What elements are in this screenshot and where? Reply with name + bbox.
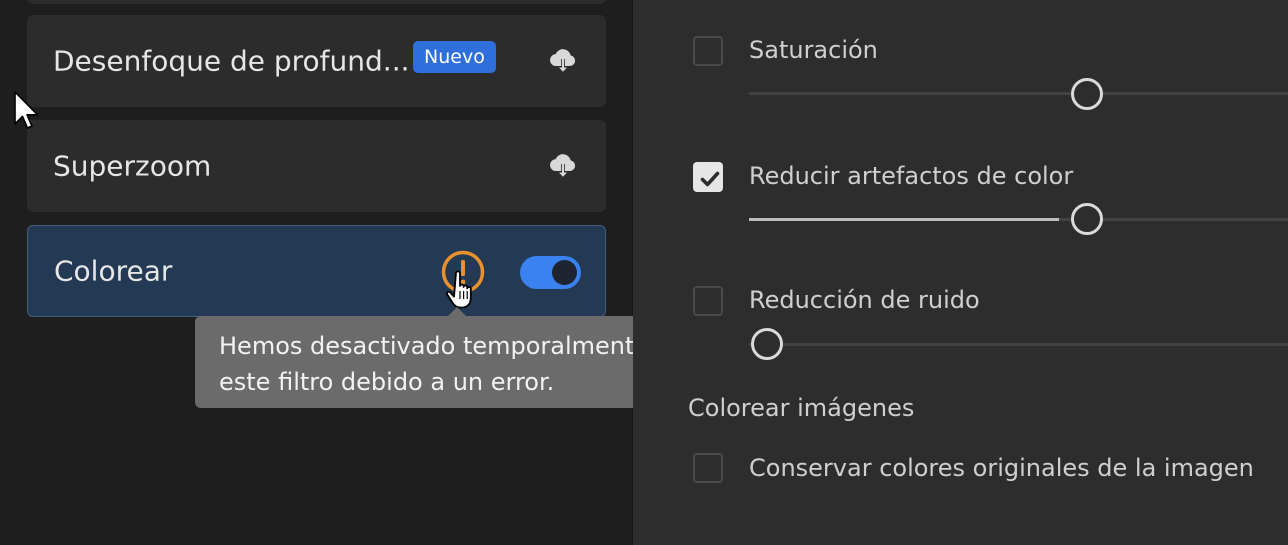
saturation-checkbox[interactable] [693, 36, 723, 66]
filter-name: Superzoom [53, 149, 212, 183]
cloud-download-icon[interactable] [547, 151, 579, 183]
filter-name: Colorear [54, 254, 173, 288]
filter-card-superzoom[interactable]: Superzoom [27, 120, 606, 212]
saturation-slider-thumb[interactable] [1071, 78, 1103, 110]
preserve-colors-label: Conservar colores originales de la image… [749, 454, 1254, 482]
saturation-label: Saturación [749, 36, 878, 64]
toggle-knob [552, 260, 577, 285]
filter-settings-panel: Saturación Reducir artefactos de color R… [633, 0, 1288, 545]
noise-reduction-slider[interactable] [749, 343, 1288, 346]
filter-card-partial[interactable] [27, 0, 606, 4]
noise-reduction-checkbox[interactable] [693, 286, 723, 316]
color-artifacts-label: Reducir artefactos de color [749, 162, 1074, 190]
filter-card-depth-blur[interactable]: Desenfoque de profund... Nuevo [27, 15, 606, 107]
color-artifacts-slider-thumb[interactable] [1071, 203, 1103, 235]
enable-toggle[interactable] [520, 256, 581, 289]
section-title: Colorear imágenes [688, 394, 915, 422]
color-artifacts-checkbox[interactable] [693, 162, 723, 192]
noise-reduction-slider-thumb[interactable] [751, 328, 783, 360]
filter-card-colorize[interactable]: Colorear [27, 225, 606, 317]
saturation-slider[interactable] [749, 92, 1288, 95]
color-artifacts-slider-fill [749, 218, 1059, 221]
checkmark-icon [700, 171, 720, 187]
app-window: Desenfoque de profund... Nuevo Superzoom… [0, 0, 1288, 545]
preserve-colors-checkbox[interactable] [693, 453, 723, 483]
tooltip-text: Hemos desactivado temporalmente este fil… [219, 332, 650, 396]
filters-panel: Desenfoque de profund... Nuevo Superzoom… [0, 0, 727, 545]
mouse-arrow-cursor-icon [14, 91, 39, 129]
tooltip-arrow [448, 307, 466, 316]
cloud-download-icon[interactable] [547, 46, 579, 78]
filter-name: Desenfoque de profund... [53, 44, 410, 78]
noise-reduction-label: Reducción de ruido [749, 286, 980, 314]
new-badge: Nuevo [413, 41, 496, 73]
